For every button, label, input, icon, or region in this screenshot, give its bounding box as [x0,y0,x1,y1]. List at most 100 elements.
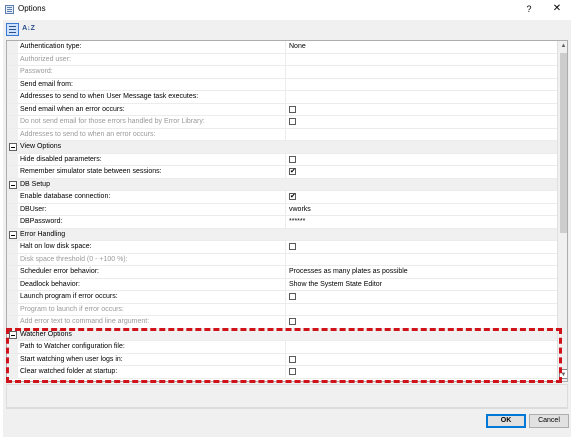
property-value[interactable] [289,104,555,116]
row-margin [7,253,18,265]
category-row[interactable]: Watcher Options [7,328,557,341]
property-row[interactable]: Start watching when user logs in: [7,353,557,366]
property-value [289,129,555,141]
help-button[interactable]: ? [521,2,537,16]
property-value[interactable] [289,341,555,353]
property-row[interactable]: Enable database connection: ✔ [7,191,557,204]
checkbox-unchecked[interactable] [289,355,296,363]
scroll-down-arrow-icon[interactable]: ▼ [559,369,567,379]
property-name: Hide disabled parameters: [20,153,286,165]
property-row[interactable]: Deadlock behavior: Show the System State … [7,278,557,291]
property-value[interactable]: ****** [289,216,555,228]
property-value[interactable] [289,291,555,303]
property-row[interactable]: DBPassword: ****** [7,216,557,229]
collapse-icon[interactable] [9,143,17,151]
checkbox-unchecked[interactable] [289,368,296,375]
row-margin [7,241,18,253]
property-value[interactable]: Processes as many plates as possible [289,266,555,278]
row-margin [7,341,18,353]
row-margin [7,103,18,115]
property-row[interactable]: Add error text to command line argument: [7,316,557,329]
property-row[interactable]: Authentication type: None [7,41,557,54]
checkbox-unchecked[interactable] [289,105,296,113]
property-row[interactable]: Scheduler error behavior: Processes as ma… [7,266,557,279]
property-name: Program to launch if error occurs: [20,303,286,315]
row-margin [7,153,18,165]
property-value[interactable]: ✔ [289,191,555,203]
checkbox-unchecked[interactable] [289,293,296,300]
property-row[interactable]: Do not send email for those errors handl… [7,116,557,129]
row-margin [7,278,18,290]
property-name: Authentication type: [20,41,286,53]
property-name: Add error text to command line argument: [20,316,286,328]
category-row[interactable]: Error Handling [7,228,557,241]
property-name: Do not send email for those errors handl… [20,116,286,128]
property-value[interactable]: Show the System State Editor [289,279,555,291]
property-name: Deadlock behavior: [20,278,286,290]
property-value [289,316,555,328]
checkbox-unchecked[interactable] [289,155,296,163]
property-value[interactable] [289,366,555,378]
property-value [289,54,555,66]
alphabetical-sort-icon[interactable]: A↓Z [22,23,35,36]
property-value[interactable]: vworks [289,204,555,216]
property-name: Clear watched folder at startup: [20,366,286,378]
row-margin [7,203,18,215]
row-margin [7,78,18,90]
property-row[interactable]: Halt on low disk space: [7,241,557,254]
property-row[interactable]: Disk space threshold (0 - +100 %): [7,253,557,266]
row-margin [7,66,18,78]
property-name: Start watching when user logs in: [20,353,286,365]
collapse-icon[interactable] [9,230,17,239]
property-row[interactable]: Send email from: [7,78,557,91]
category-row[interactable]: View Options [7,141,557,154]
property-value [289,304,555,316]
close-button[interactable]: ✕ [549,2,565,16]
vertical-scrollbar[interactable]: ▲ ▼ [557,41,567,381]
property-row[interactable]: Remember simulator state between session… [7,166,557,179]
collapse-icon[interactable] [9,180,17,189]
row-margin [7,291,18,303]
property-row[interactable]: Launch program if error occurs: [7,291,557,304]
checkbox-unchecked[interactable] [289,243,296,250]
property-value[interactable] [289,79,555,91]
ok-button[interactable]: OK [486,414,526,428]
collapse-icon[interactable] [9,330,17,339]
property-row[interactable]: Program to launch if error occurs: [7,303,557,316]
property-value[interactable]: ✔ [289,166,555,178]
property-name: Addresses to send to when User Message t… [20,91,286,103]
property-row[interactable]: Addresses to send to when User Message t… [7,91,557,104]
row-margin [7,353,18,365]
property-row[interactable]: Path to Watcher configuration file: [7,341,557,354]
property-row[interactable]: DBUser: vworks [7,203,557,216]
scroll-up-arrow-icon[interactable]: ▲ [559,41,567,51]
row-margin [7,53,18,65]
property-row[interactable]: Send email when an error occurs: [7,103,557,116]
categorized-view-icon[interactable] [6,23,19,36]
property-row[interactable]: Authorized user: [7,53,557,66]
property-value[interactable] [289,154,555,166]
property-value[interactable] [289,241,555,253]
category-label: DB Setup [20,180,50,188]
property-value[interactable]: None [289,41,555,53]
category-label: Error Handling [20,230,66,238]
property-value[interactable] [289,91,555,103]
checkbox-checked[interactable]: ✔ [289,193,296,200]
property-value [289,66,555,78]
category-label: View Options [20,143,62,150]
row-margin [7,91,18,103]
checkbox-checked[interactable]: ✔ [289,168,296,175]
property-row[interactable]: Password: [7,66,557,79]
category-row[interactable]: DB Setup [7,178,557,191]
row-margin [7,216,18,228]
property-row[interactable]: Addresses to send to when an error occur… [7,128,557,141]
property-name: Scheduler error behavior: [20,266,286,278]
property-row[interactable]: Hide disabled parameters: [7,153,557,166]
property-name: Enable database connection: [20,191,286,203]
row-margin [7,191,18,203]
category-label: Watcher Options [20,330,72,338]
property-value[interactable] [289,354,555,366]
scroll-thumb[interactable] [560,53,567,233]
cancel-button[interactable]: Cancel [529,414,569,428]
property-row[interactable]: Clear watched folder at startup: [7,366,557,379]
